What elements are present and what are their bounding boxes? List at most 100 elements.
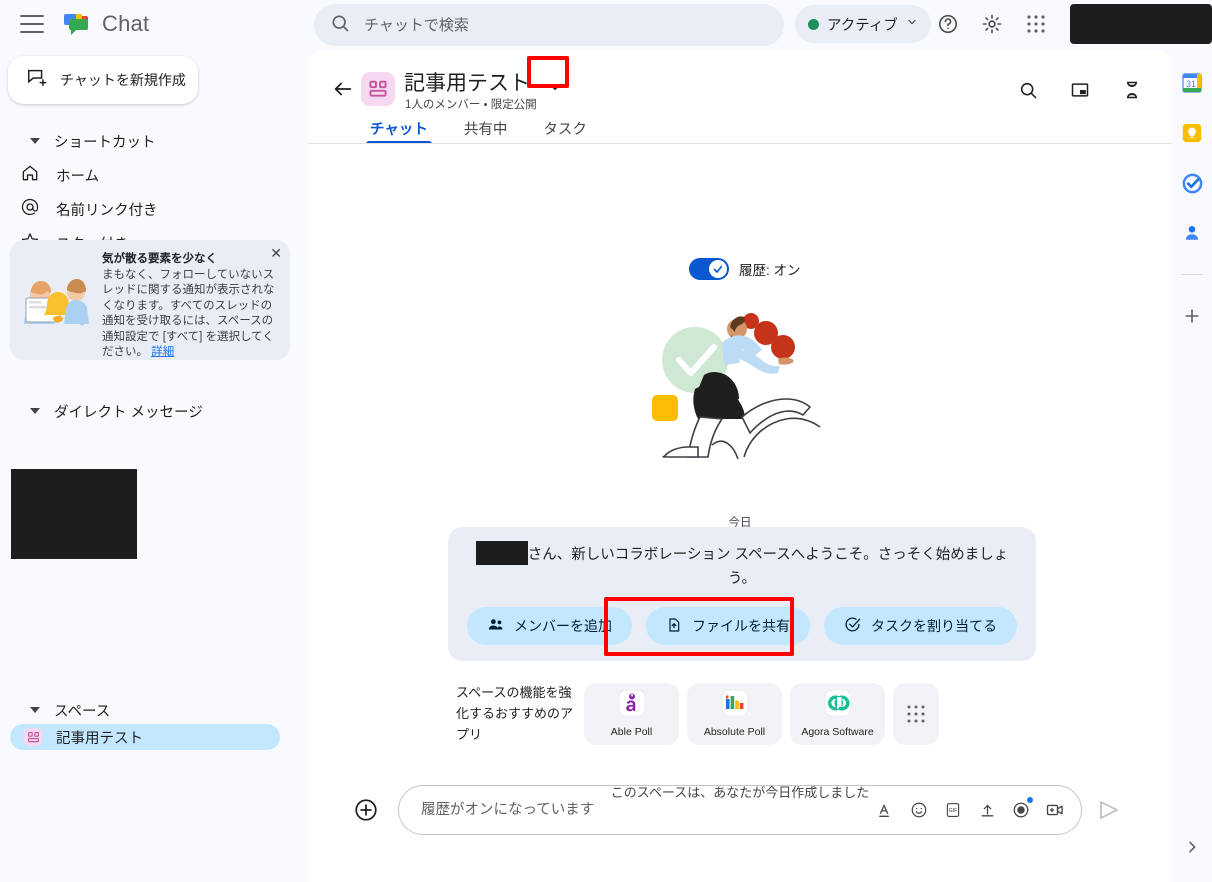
composer-icons: GIF: [875, 797, 1065, 820]
space-title-chevron-down-icon[interactable]: [544, 76, 566, 98]
open-in-pip-icon[interactable]: [1062, 72, 1098, 108]
promo-title: 気が散る要素を少なく: [102, 253, 217, 265]
welcome-actions: メンバーを追加 ファイルを共有 タスクを割り当てる: [464, 607, 1020, 645]
svg-text:31: 31: [1186, 79, 1196, 89]
app-card-agora-software[interactable]: Agora Software: [790, 682, 885, 745]
close-icon[interactable]: ✕: [270, 246, 282, 260]
google-tasks-icon[interactable]: [1179, 170, 1205, 196]
svg-text:GIF: GIF: [949, 808, 958, 814]
app-card-able-poll[interactable]: Able Poll: [584, 682, 679, 745]
page-title[interactable]: 記事用テスト: [404, 67, 530, 97]
gear-icon[interactable]: [974, 6, 1010, 42]
tab-tasks[interactable]: タスク: [525, 112, 605, 144]
side-app-rail: 31: [1172, 48, 1212, 882]
plus-icon[interactable]: [1179, 303, 1205, 329]
app-name: Agora Software: [801, 726, 874, 738]
space-header: 記事用テスト 1人のメンバー ・ 限定公開 チャット 共有中 タスク: [308, 50, 1172, 144]
search-area: [314, 4, 784, 46]
sidebar-item-home[interactable]: ホーム: [0, 158, 300, 192]
toggle-switch[interactable]: [689, 258, 729, 280]
triangle-down-icon: [30, 707, 40, 713]
rail-divider: [1181, 274, 1203, 275]
triangle-down-icon: [30, 138, 40, 144]
shortcuts-header[interactable]: ショートカット: [0, 124, 300, 158]
chevron-right-icon[interactable]: [1184, 839, 1200, 860]
hourglass-icon[interactable]: [1114, 72, 1150, 108]
bell-notification-illustration: [18, 250, 96, 350]
direct-messages-header[interactable]: ダイレクト メッセージ: [0, 394, 300, 428]
gif-icon[interactable]: GIF: [943, 800, 963, 820]
app-name: Absolute Poll: [703, 726, 766, 738]
able-poll-app-icon: [618, 689, 646, 722]
tab-chat[interactable]: チャット: [352, 112, 446, 144]
google-keep-icon[interactable]: [1179, 120, 1205, 146]
space-tabs: チャット 共有中 タスク: [352, 112, 605, 144]
google-calendar-icon[interactable]: 31: [1179, 70, 1205, 96]
record-icon[interactable]: [1011, 797, 1033, 820]
sidebar-item-space-kijiyou-test[interactable]: 記事用テスト: [10, 724, 280, 750]
format-text-icon[interactable]: [875, 800, 895, 820]
tab-label: チャット: [370, 121, 428, 138]
chat-app-window: Chat アクティブ: [0, 0, 1212, 882]
welcome-body: さん、新しいコラボレーション スペースへようこそ。さっそく始めましょう。: [527, 547, 1009, 587]
redacted-user-name: [475, 541, 528, 565]
sidebar-item-label: 記事用テスト: [56, 730, 143, 747]
app-name: Able Poll: [610, 726, 653, 738]
assign-task-icon: [844, 616, 861, 636]
sidebar-item-mentions[interactable]: 名前リンク付き: [0, 192, 300, 226]
new-chat-button[interactable]: チャットを新規作成: [8, 56, 198, 104]
person-with-checkmark-illustration: [638, 297, 838, 477]
share-file-button[interactable]: ファイルを共有: [646, 607, 810, 645]
search-icon: [330, 13, 350, 38]
status-dot-icon: [808, 18, 819, 30]
sidebar-item-label: ホーム: [56, 168, 100, 185]
more-apps-grid-icon[interactable]: [893, 682, 939, 745]
message-input-bar[interactable]: GIF: [398, 785, 1082, 835]
hamburger-menu-icon[interactable]: [20, 15, 44, 33]
google-contacts-icon[interactable]: [1179, 220, 1205, 246]
history-toggle[interactable]: 履歴: オン: [689, 258, 801, 280]
promo-body: まもなく、フォローしていないスレッドに関する通知が表示されなくなります。すべての…: [102, 268, 275, 359]
video-meet-icon[interactable]: [1045, 800, 1065, 820]
welcome-message-card: さん、新しいコラボレーション スペースへようこそ。さっそく始めましょう。 メンバ…: [448, 527, 1036, 661]
tab-label: 共有中: [463, 121, 508, 138]
avatar[interactable]: [1070, 4, 1212, 44]
app-card-absolute-poll[interactable]: Absolute Poll: [687, 682, 782, 745]
spaces-header[interactable]: スペース: [0, 693, 300, 727]
space-panel: 記事用テスト 1人のメンバー ・ 限定公開 チャット 共有中 タスク 履歴: オ…: [308, 50, 1172, 882]
direct-message-list-redacted[interactable]: [11, 469, 137, 559]
search-box[interactable]: [314, 4, 784, 46]
back-arrow-icon[interactable]: [328, 74, 358, 104]
promo-card: ✕ 気が散る要素を少なく まもなく、フォローしていないスレッドに関する通知が表示…: [10, 240, 290, 360]
space-avatar-icon: [361, 72, 395, 106]
apps-grid-icon[interactable]: [1018, 6, 1054, 42]
upload-icon[interactable]: [977, 800, 997, 820]
search-input[interactable]: [362, 15, 768, 35]
space-subtitle: 1人のメンバー ・ 限定公開: [405, 99, 537, 111]
sidebar: チャットを新規作成 ショートカット ホーム 名前リンク付き ✕ 気が散る要素を少…: [0, 48, 300, 882]
chevron-down-icon: [906, 15, 918, 33]
help-circle-icon[interactable]: [930, 6, 966, 42]
sidebar-item-label: 名前リンク付き: [56, 202, 158, 219]
space-avatar-icon: [24, 728, 42, 746]
add-members-button[interactable]: メンバーを追加: [467, 607, 632, 645]
message-input[interactable]: [419, 801, 875, 819]
send-icon[interactable]: [1096, 797, 1122, 823]
tab-shared[interactable]: 共有中: [446, 112, 526, 144]
search-icon[interactable]: [1010, 72, 1046, 108]
shortcuts-label: ショートカット: [54, 134, 156, 151]
new-chat-label: チャットを新規作成: [60, 72, 186, 88]
home-icon: [20, 163, 40, 187]
check-icon: [709, 260, 727, 278]
plus-circle-icon[interactable]: [352, 796, 380, 824]
emoji-icon[interactable]: [909, 800, 929, 820]
history-toggle-label: 履歴: オン: [739, 263, 801, 278]
spaces-label: スペース: [54, 703, 111, 720]
brand: Chat: [62, 9, 149, 39]
tab-label: タスク: [543, 121, 587, 138]
status-chip[interactable]: アクティブ: [795, 5, 931, 43]
promo-learn-more-link[interactable]: 詳細: [151, 346, 174, 358]
assign-task-button[interactable]: タスクを割り当てる: [824, 607, 1017, 645]
cta-label: タスクを割り当てる: [871, 618, 997, 634]
triangle-down-icon: [30, 408, 40, 414]
